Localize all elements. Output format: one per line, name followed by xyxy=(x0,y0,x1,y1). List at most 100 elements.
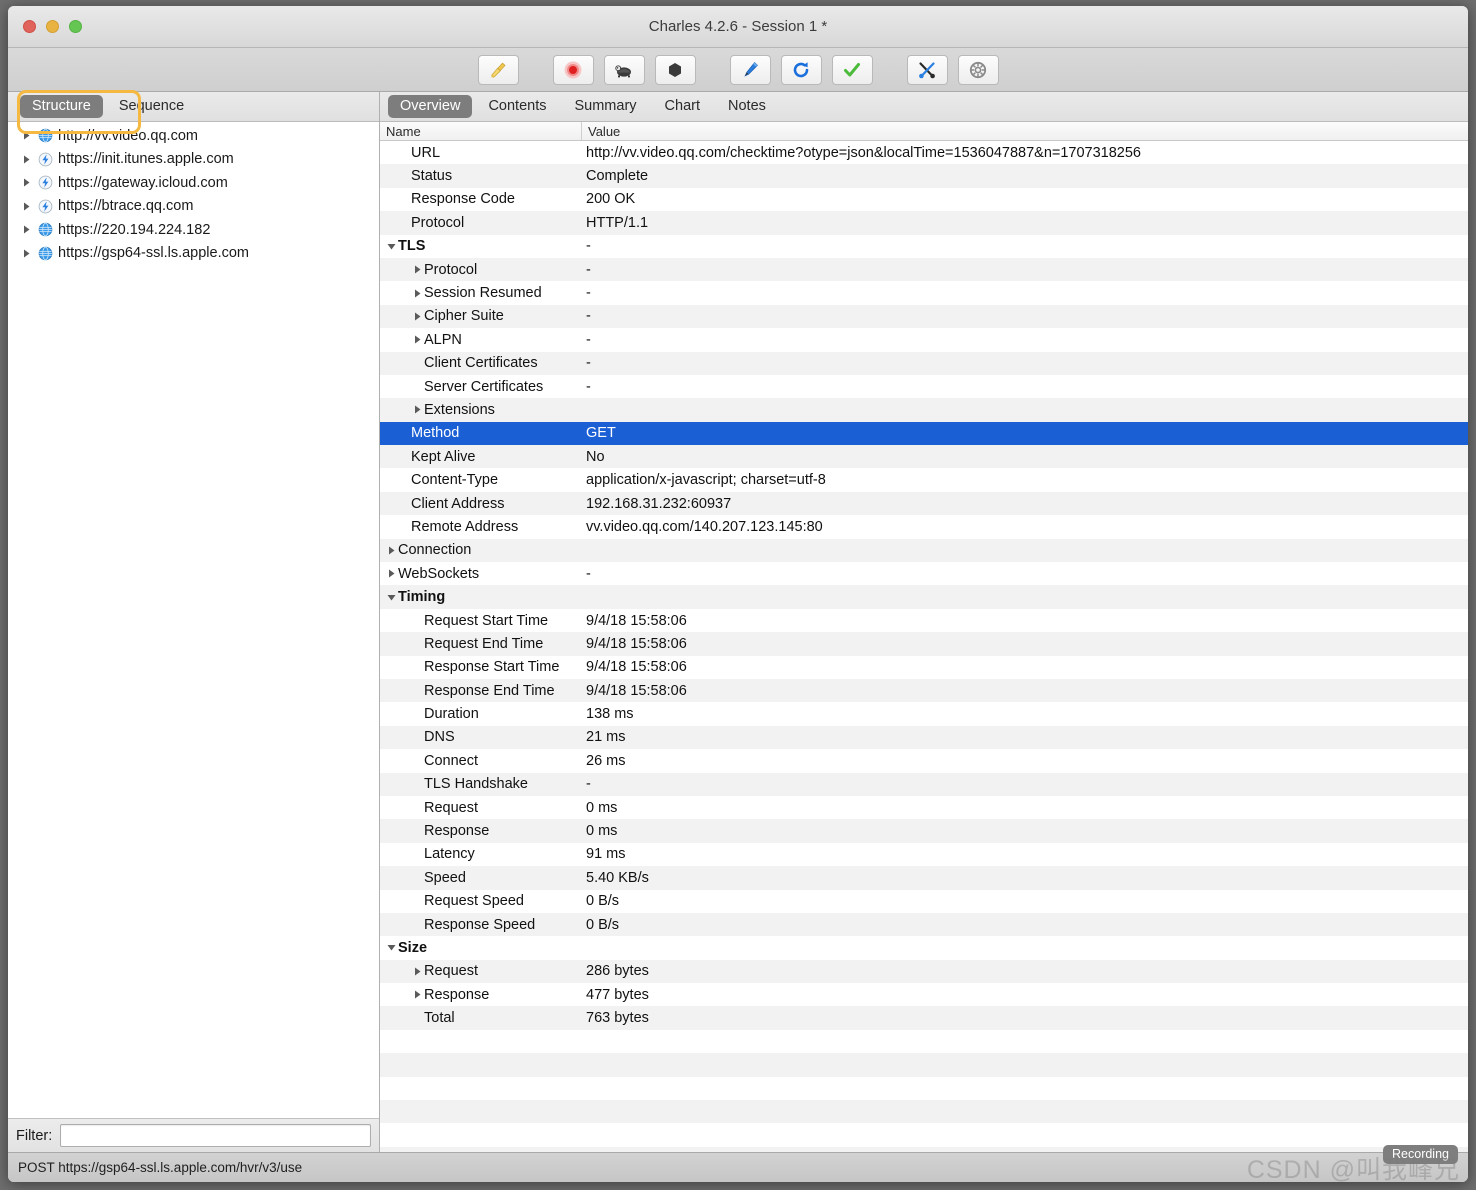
chevron-right-icon[interactable] xyxy=(411,967,424,976)
chevron-right-icon[interactable] xyxy=(411,990,424,999)
table-row[interactable]: TLS- xyxy=(380,235,1468,258)
settings-button[interactable] xyxy=(958,55,999,85)
table-cell-value: No xyxy=(581,449,1468,465)
chevron-right-icon[interactable] xyxy=(411,289,424,298)
table-row[interactable]: Size xyxy=(380,936,1468,959)
tree-item[interactable]: https://gateway.icloud.com xyxy=(8,171,379,195)
record-button[interactable] xyxy=(553,55,594,85)
table-row[interactable]: Total763 bytes xyxy=(380,1006,1468,1029)
table-row[interactable]: Protocol- xyxy=(380,258,1468,281)
table-row[interactable]: Timing xyxy=(380,585,1468,608)
chevron-right-icon[interactable] xyxy=(411,405,424,414)
table-cell-name: Response xyxy=(380,987,581,1003)
chevron-down-icon[interactable] xyxy=(385,943,398,952)
chevron-right-icon[interactable] xyxy=(18,155,34,164)
detail-tab-chart[interactable]: Chart xyxy=(653,95,712,118)
table-row[interactable]: ALPN- xyxy=(380,328,1468,351)
tree-item[interactable]: https://btrace.qq.com xyxy=(8,195,379,219)
table-row[interactable]: Server Certificates- xyxy=(380,375,1468,398)
table-row[interactable]: Response Speed0 B/s xyxy=(380,913,1468,936)
chevron-right-icon[interactable] xyxy=(411,312,424,321)
table-row[interactable]: Response0 ms xyxy=(380,819,1468,842)
table-row[interactable]: Remote Addressvv.video.qq.com/140.207.12… xyxy=(380,515,1468,538)
chevron-down-icon[interactable] xyxy=(385,593,398,602)
tools-button[interactable] xyxy=(907,55,948,85)
table-row[interactable]: Extensions xyxy=(380,398,1468,421)
chevron-right-icon[interactable] xyxy=(385,546,398,555)
table-row[interactable]: Cipher Suite- xyxy=(380,305,1468,328)
chevron-down-icon[interactable] xyxy=(385,242,398,251)
table-row[interactable]: Response477 bytes xyxy=(380,983,1468,1006)
table-row[interactable]: WebSockets- xyxy=(380,562,1468,585)
table-row[interactable]: URLhttp://vv.video.qq.com/checktime?otyp… xyxy=(380,141,1468,164)
chevron-right-icon[interactable] xyxy=(411,265,424,274)
filter-input[interactable] xyxy=(60,1124,371,1147)
chevron-right-icon[interactable] xyxy=(18,225,34,234)
tree-item[interactable]: https://init.itunes.apple.com xyxy=(8,148,379,172)
table-row[interactable]: Response Code200 OK xyxy=(380,188,1468,211)
table-row[interactable]: ProtocolHTTP/1.1 xyxy=(380,211,1468,234)
table-row-empty xyxy=(380,1123,1468,1146)
chevron-right-icon[interactable] xyxy=(18,202,34,211)
table-cell-name: ALPN xyxy=(380,332,581,348)
table-row[interactable]: Connection xyxy=(380,539,1468,562)
chevron-right-icon[interactable] xyxy=(385,569,398,578)
table-row[interactable]: Session Resumed- xyxy=(380,281,1468,304)
status-bar: POST https://gsp64-ssl.ls.apple.com/hvr/… xyxy=(8,1152,1468,1182)
chevron-right-icon[interactable] xyxy=(18,178,34,187)
detail-tabbar: OverviewContentsSummaryChartNotes xyxy=(380,92,1468,122)
tree-item[interactable]: https://220.194.224.182 xyxy=(8,218,379,242)
table-row[interactable]: Response Start Time9/4/18 15:58:06 xyxy=(380,656,1468,679)
sidebar-tab-structure[interactable]: Structure xyxy=(20,95,103,118)
row-name-label: Status xyxy=(411,168,452,184)
detail-tab-contents[interactable]: Contents xyxy=(476,95,558,118)
tree-item[interactable]: http://vv.video.qq.com xyxy=(8,124,379,148)
table-row[interactable]: Response End Time9/4/18 15:58:06 xyxy=(380,679,1468,702)
row-name-label: Duration xyxy=(424,706,479,722)
table-row[interactable]: Content-Typeapplication/x-javascript; ch… xyxy=(380,468,1468,491)
table-row[interactable]: DNS21 ms xyxy=(380,726,1468,749)
sidebar-tab-sequence[interactable]: Sequence xyxy=(107,95,196,118)
row-name-label: Extensions xyxy=(424,402,495,418)
detail-tab-overview[interactable]: Overview xyxy=(388,95,472,118)
table-row[interactable]: Client Certificates- xyxy=(380,352,1468,375)
validate-button[interactable] xyxy=(832,55,873,85)
detail-tab-notes[interactable]: Notes xyxy=(716,95,778,118)
detail-tab-summary[interactable]: Summary xyxy=(562,95,648,118)
repeat-button[interactable] xyxy=(781,55,822,85)
tree-item[interactable]: https://gsp64-ssl.ls.apple.com xyxy=(8,242,379,266)
session-tree[interactable]: http://vv.video.qq.comhttps://init.itune… xyxy=(8,122,379,1118)
table-row[interactable]: Client Address192.168.31.232:60937 xyxy=(380,492,1468,515)
table-cell-name: Remote Address xyxy=(380,519,581,535)
row-name-label: Client Certificates xyxy=(424,355,538,371)
chevron-right-icon[interactable] xyxy=(18,131,34,140)
clear-session-button[interactable] xyxy=(478,55,519,85)
table-row[interactable]: Request End Time9/4/18 15:58:06 xyxy=(380,632,1468,655)
table-cell-value: - xyxy=(581,308,1468,324)
table-row[interactable]: Request Speed0 B/s xyxy=(380,890,1468,913)
breakpoints-button[interactable] xyxy=(655,55,696,85)
table-row[interactable]: TLS Handshake- xyxy=(380,773,1468,796)
table-row[interactable]: MethodGET xyxy=(380,422,1468,445)
tree-item-label: https://220.194.224.182 xyxy=(56,222,210,238)
table-row[interactable]: StatusComplete xyxy=(380,164,1468,187)
table-row[interactable]: Kept AliveNo xyxy=(380,445,1468,468)
table-row[interactable]: Connect26 ms xyxy=(380,749,1468,772)
table-body[interactable]: URLhttp://vv.video.qq.com/checktime?otyp… xyxy=(380,141,1468,1152)
table-row[interactable]: Speed5.40 KB/s xyxy=(380,866,1468,889)
table-row[interactable]: Request Start Time9/4/18 15:58:06 xyxy=(380,609,1468,632)
table-row[interactable]: Request0 ms xyxy=(380,796,1468,819)
row-name-label: Client Address xyxy=(411,496,505,512)
table-cell-name: Request xyxy=(380,800,581,816)
table-row[interactable]: Request286 bytes xyxy=(380,960,1468,983)
row-name-label: Size xyxy=(398,940,427,956)
table-row[interactable]: Duration138 ms xyxy=(380,702,1468,725)
table-cell-value: HTTP/1.1 xyxy=(581,215,1468,231)
tree-item-label: https://gsp64-ssl.ls.apple.com xyxy=(56,245,249,261)
chevron-right-icon[interactable] xyxy=(411,335,424,344)
table-row[interactable]: Latency91 ms xyxy=(380,843,1468,866)
chevron-right-icon[interactable] xyxy=(18,249,34,258)
turtle-icon xyxy=(613,59,635,81)
throttle-button[interactable] xyxy=(604,55,645,85)
compose-button[interactable] xyxy=(730,55,771,85)
